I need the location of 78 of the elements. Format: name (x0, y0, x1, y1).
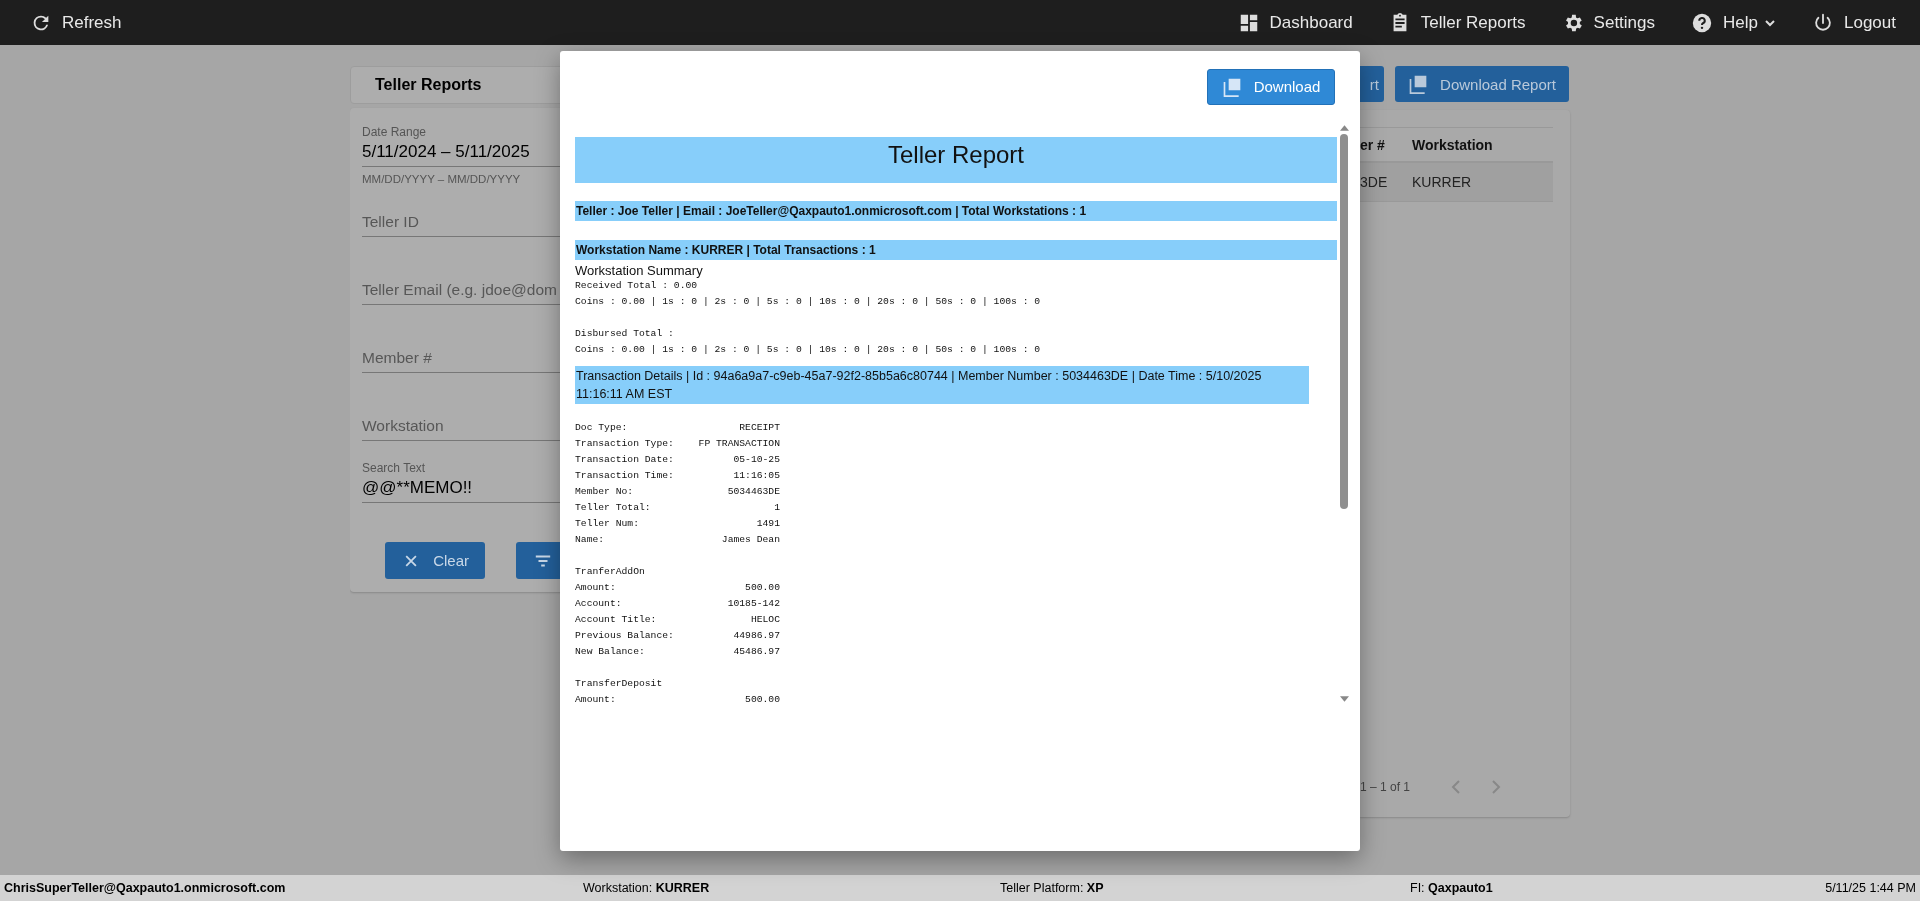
field-label: Search Text (362, 461, 427, 475)
summary-line: Coins : 0.00 | 1s : 0 | 2s : 0 | 5s : 0 | 10s : 0 | 20s : 0 | 50s : 0 | 100s : 0 (575, 343, 1042, 357)
field-value: 5/11/2024 – 5/11/2025 (362, 142, 531, 162)
receipt-value: James Dean (721, 533, 780, 547)
receipt-value: 45486.97 (733, 645, 780, 659)
receipt-label: Transaction Time: (575, 469, 674, 483)
summary-line: Received Total : 0.00 (575, 279, 699, 293)
placeholder: Teller ID (362, 213, 419, 231)
receipt-label: Transaction Date: (575, 453, 674, 467)
workstation-summary-band: Workstation Name : KURRER | Total Transactions : 1 (575, 240, 1337, 260)
receipt-value: RECEIPT (739, 421, 780, 435)
help-icon (1691, 11, 1714, 34)
field-hint: MM/DD/YYYY – MM/DD/YYYY (362, 173, 522, 185)
receipt-value: 500.00 (745, 693, 780, 705)
nav-link[interactable]: Teller Reports (1388, 7, 1526, 38)
report-title: Teller Report (575, 137, 1337, 183)
scrollbar[interactable] (1339, 122, 1349, 705)
report-button[interactable]: rt (1360, 66, 1384, 102)
summary-line: Disbursed Total : (575, 327, 675, 341)
receipt-value: 500.00 (745, 581, 780, 595)
nav-link[interactable]: Help (1691, 7, 1776, 38)
receipt-label: Amount: (575, 581, 616, 595)
pdf-icon (1221, 76, 1242, 97)
receipt-label: Account: (575, 597, 622, 611)
nav-link[interactable]: Settings (1561, 7, 1656, 38)
pagination-text: 1 – 1 of 1 (1360, 780, 1411, 794)
panel-title: Teller Reports (375, 76, 482, 94)
status-item: Workstation: KURRER (583, 881, 711, 895)
column-header: Workstation (1412, 136, 1493, 153)
receipt-heading: TransferDeposit (575, 677, 664, 691)
nav-link[interactable]: Dashboard (1237, 7, 1353, 38)
receipt-label: Transaction Type: (575, 437, 674, 451)
section-title: Workstation Summary (575, 263, 704, 278)
field-value: @@**MEMO!! (362, 478, 474, 498)
receipt-label: Name: (575, 533, 605, 547)
power-icon (1812, 11, 1834, 34)
receipt-label: Previous Balance: (575, 629, 674, 643)
receipt-value: FP TRANSACTION (698, 437, 780, 451)
nav-link[interactable]: Logout (1812, 7, 1896, 38)
placeholder: Teller Email (e.g. jdoe@dom (362, 281, 557, 299)
receipt-value: 5034463DE (727, 485, 780, 499)
receipt-label: Amount: (575, 693, 616, 705)
clear-button[interactable]: Clear (385, 542, 485, 579)
status-item: Teller Platform: XP (1000, 881, 1105, 895)
user-email: ChrisSuperTeller@Qaxpauto1.onmicrosoft.com (4, 881, 287, 895)
table-row[interactable]: 3DE KURRER (1360, 163, 1553, 202)
receipt-label: Teller Total: (575, 501, 651, 515)
table-cell-text: 3DE (1360, 174, 1389, 190)
receipt-label: Teller Num: (575, 517, 639, 531)
date-time: 5/11/25 1:44 PM (1825, 881, 1916, 895)
teller-summary: Teller : Joe Teller | Email : JoeTeller@Qaxpauto1.onmicrosoft.com | Total Workstations : 1 (575, 201, 1337, 221)
receipt-value: HELOC (750, 613, 780, 627)
field-label: Date Range (362, 125, 428, 139)
refresh-button[interactable]: Refresh (30, 7, 122, 38)
table-cell: KURRER (1412, 174, 1472, 190)
transaction-details: Transaction Details | Id : 94a6a9a7-c9eb-45a7-92f2-85b5a6c80744 | Member Number : 5034463DE | Date Time : 5/10/2025 11:16:11 AM EST (575, 366, 1309, 404)
receipt-value: 1 (774, 501, 780, 515)
receipt-label: Account Title: (575, 613, 657, 627)
download-button[interactable]: Download (1207, 68, 1335, 105)
summary-line: Coins : 0.00 | 1s : 0 | 2s : 0 | 5s : 0 | 10s : 0 | 20s : 0 | 50s : 0 | 100s : 0 (575, 295, 1042, 309)
receipt-label: Doc Type: (575, 421, 628, 435)
receipt-value: 11:16:05 (733, 469, 780, 483)
receipt-label: New Balance: (575, 645, 645, 659)
receipt-value: 10185-142 (727, 597, 780, 611)
receipt-value: 44986.97 (733, 629, 780, 643)
receipt-label: Member No: (575, 485, 634, 499)
placeholder: Workstation (362, 417, 444, 435)
receipt-value: 1491 (756, 517, 780, 531)
scroll-up-icon[interactable] (1339, 125, 1349, 131)
receipt-heading: TranferAddOn (575, 565, 646, 579)
scroll-down-icon[interactable] (1339, 696, 1349, 702)
scroll-thumb[interactable] (1340, 134, 1348, 509)
download-report-button[interactable]: Download Report (1395, 66, 1569, 102)
status-item: FI: Qaxpauto1 (1410, 881, 1494, 895)
column-header: er # (1360, 136, 1386, 153)
placeholder: Member # (362, 349, 432, 367)
pdf-icon (1408, 74, 1429, 94)
receipt-value: 05-10-25 (733, 453, 780, 467)
